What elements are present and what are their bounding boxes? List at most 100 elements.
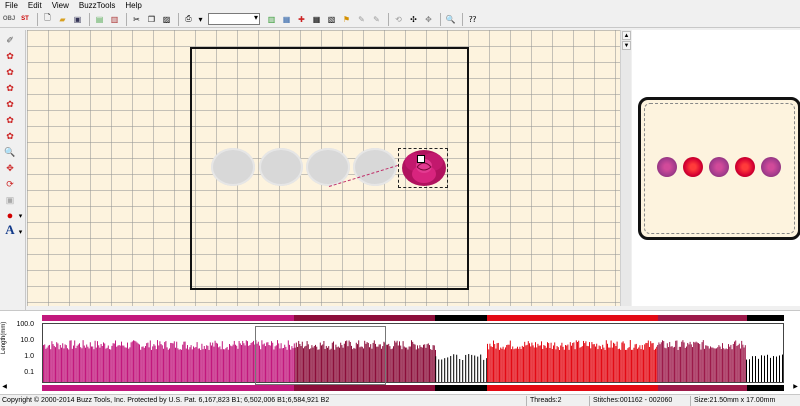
menu-view[interactable]: View (47, 0, 74, 11)
design-canvas[interactable] (27, 30, 620, 306)
graph-view-window[interactable] (255, 326, 386, 385)
stitch-bar (619, 348, 620, 382)
stitch-bar (68, 349, 70, 382)
rose-tool-3-icon[interactable]: ✿ (4, 82, 16, 94)
rose-tool-2-icon[interactable]: ✿ (4, 66, 16, 78)
stitch-bar (497, 342, 499, 382)
text-tool-icon[interactable]: A (4, 222, 16, 237)
stitch-bar (217, 343, 218, 382)
menu-file[interactable]: File (0, 0, 23, 11)
grid-icon[interactable]: ▦ (310, 13, 323, 26)
open-folder-icon[interactable]: ▰ (56, 13, 69, 26)
stitch-bar (767, 354, 768, 382)
thread-color-dropdown-icon[interactable]: ▾ (17, 210, 24, 222)
paste-icon[interactable]: ▨ (160, 13, 173, 26)
center-icon[interactable]: ✚ (295, 13, 308, 26)
thread-color-icon[interactable]: ● (4, 210, 16, 222)
wand-icon[interactable]: ✣ (407, 13, 420, 26)
stitch-bar (420, 346, 422, 382)
rose-tool-1-icon[interactable]: ✿ (4, 50, 16, 62)
tool-d-icon[interactable]: ✥ (422, 13, 435, 26)
import-icon[interactable]: ▤ (93, 13, 106, 26)
stitch-bar (200, 349, 202, 382)
st-mode-button[interactable]: ST (18, 13, 32, 26)
stitch-length-graph[interactable]: Length(mm) 100.0 10.0 1.0 0.1 (0, 310, 800, 394)
stitch-bar (163, 348, 164, 382)
color-bars-icon[interactable]: ▥ (265, 13, 278, 26)
tool-a-icon[interactable]: ✎ (355, 13, 368, 26)
rose-tool-6-icon[interactable]: ✿ (4, 130, 16, 142)
stitch-bar (631, 349, 632, 382)
thread-icon[interactable]: ▦ (280, 13, 293, 26)
export-icon[interactable]: ▥ (108, 13, 121, 26)
stitch-bar (598, 345, 600, 382)
stitch-bar (617, 349, 619, 382)
stitch-bar (521, 345, 523, 382)
flag-icon[interactable]: ⚑ (340, 13, 353, 26)
stitch-bar (238, 341, 240, 382)
cut-icon[interactable]: ✂ (130, 13, 143, 26)
stitch-bar (447, 357, 449, 382)
magnify-icon[interactable]: 🔍 (4, 146, 16, 158)
stitch-bar (205, 348, 206, 382)
stitch-bar (543, 345, 545, 382)
print-dropdown-icon[interactable]: ▾ (197, 13, 204, 26)
disabled-tool-icon[interactable]: ▣ (4, 194, 16, 206)
selection-box[interactable] (398, 148, 448, 188)
design-preview[interactable] (638, 97, 800, 240)
stitch-bar (529, 343, 530, 382)
obj-mode-button[interactable]: OBJ (2, 13, 16, 26)
stitch-bar (401, 349, 403, 382)
select-tool-icon[interactable]: ✐ (4, 34, 16, 46)
stitch-bar (571, 345, 572, 382)
stitch-bar (83, 345, 85, 382)
stitch-bar (107, 345, 109, 382)
stitch-bar (490, 346, 492, 382)
stitch-bar (625, 349, 626, 382)
zoom-icon[interactable]: 🔍 (444, 13, 457, 26)
stitch-bar (391, 348, 393, 382)
tool-c-icon[interactable]: ⟲ (392, 13, 405, 26)
color-segment-6 (746, 315, 784, 321)
text-tool-dropdown-icon[interactable]: ▾ (17, 226, 24, 238)
stitch-bar (563, 349, 565, 382)
stitch-bar (432, 345, 434, 382)
new-file-icon[interactable]: 🗋 (41, 13, 54, 26)
stitch-bar (453, 354, 455, 382)
graph-plot-area[interactable] (42, 323, 784, 385)
stitch-bar (523, 346, 524, 382)
stitch-bar (153, 344, 155, 382)
stitch-bar (723, 348, 725, 382)
menu-buzztools[interactable]: BuzzTools (74, 0, 120, 11)
canvas-vertical-scrollbar[interactable]: ▲ ▼ (620, 30, 631, 306)
help-pointer-icon[interactable]: ⁇ (466, 13, 479, 26)
selection-handle[interactable] (417, 155, 425, 163)
rose-tool-4-icon[interactable]: ✿ (4, 98, 16, 110)
stitch-bar (717, 347, 719, 382)
scroll-left-arrow-icon[interactable]: ◀ (0, 383, 9, 392)
graph-horizontal-scrollbar[interactable]: ◀ ▶ (0, 383, 800, 392)
scroll-up-arrow-icon[interactable]: ▲ (622, 31, 631, 40)
stitch-bar (183, 341, 185, 382)
zoom-combo[interactable] (208, 13, 260, 25)
menu-help[interactable]: Help (120, 0, 146, 11)
save-icon[interactable]: ▣ (71, 13, 84, 26)
stitch-bar (212, 342, 214, 382)
stitch-bar (220, 349, 222, 382)
stitch-bar (411, 340, 412, 382)
image-icon[interactable]: ▧ (325, 13, 338, 26)
scroll-down-arrow-icon[interactable]: ▼ (622, 41, 631, 50)
menu-edit[interactable]: Edit (23, 0, 47, 11)
rotate-icon[interactable]: ⟳ (4, 178, 16, 190)
stitch-bar (577, 342, 578, 382)
stitch-bar (393, 346, 394, 382)
move-icon[interactable]: ✥ (4, 162, 16, 174)
rose-tool-5-icon[interactable]: ✿ (4, 114, 16, 126)
copy-icon[interactable]: ❐ (145, 13, 158, 26)
stitch-bar (459, 358, 461, 382)
scroll-right-arrow-icon[interactable]: ▶ (791, 383, 800, 392)
stitch-bar (119, 345, 121, 382)
tool-b-icon[interactable]: ✎ (370, 13, 383, 26)
print-icon[interactable]: ⎙ (182, 13, 195, 26)
stitch-bar (221, 341, 223, 382)
